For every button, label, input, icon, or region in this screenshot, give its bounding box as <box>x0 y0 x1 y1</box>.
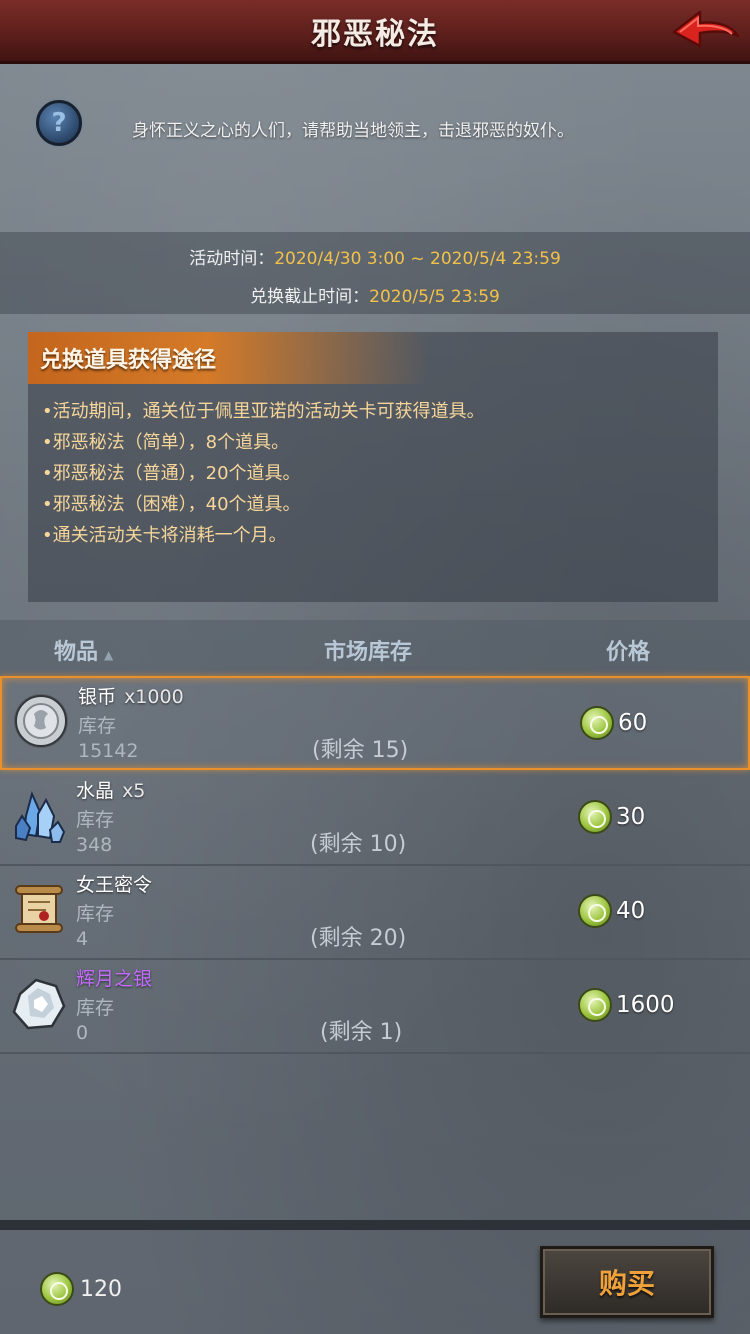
scroll-icon <box>15 885 63 933</box>
shop-row-moon-silver[interactable]: 辉月之银 库存 0 (剩余 1) 1600 <box>0 960 750 1054</box>
item-name: 女王密令 <box>76 870 152 897</box>
column-header-item[interactable]: 物品 ▲ <box>54 634 113 666</box>
info-title: 兑换道具获得途径 <box>40 348 217 373</box>
price-value: 60 <box>618 710 648 736</box>
back-arrow-icon <box>672 10 740 48</box>
event-time-line: 活动时间：2020/4/30 3:00 ~ 2020/5/4 23:59 <box>0 244 750 269</box>
price: 30 <box>578 800 645 834</box>
moon-silver-icon <box>12 978 66 1030</box>
event-time-label: 活动时间： <box>189 249 275 269</box>
item-qty: x1000 <box>124 686 184 708</box>
info-line: •邪恶秘法（困难），40个道具。 <box>42 494 301 515</box>
market-remaining: (剩余 20) <box>310 926 407 951</box>
price: 1600 <box>578 988 675 1022</box>
stock-value: 0 <box>76 1022 89 1044</box>
shop-row-queen-order[interactable]: 女王密令 库存 4 (剩余 20) 40 <box>0 866 750 960</box>
price-value: 40 <box>616 898 646 924</box>
event-coin-icon <box>40 1272 74 1306</box>
price-value: 1600 <box>616 992 675 1018</box>
balance-value: 120 <box>80 1276 122 1302</box>
currency-balance: 120 <box>40 1272 122 1306</box>
shop-row-crystal[interactable]: 水晶 x5 库存 348 (剩余 10) 30 <box>0 772 750 866</box>
silver-coin-icon <box>14 694 68 748</box>
market-remaining: (剩余 1) <box>320 1020 403 1045</box>
stock-value: 348 <box>76 834 113 856</box>
event-coin-icon <box>580 706 614 740</box>
info-header: 兑换道具获得途径 <box>28 332 428 384</box>
price: 60 <box>580 706 647 740</box>
info-line: •邪恶秘法（普通），20个道具。 <box>42 463 301 484</box>
column-header-stock[interactable]: 市场库存 <box>324 634 412 666</box>
item-name: 银币 x1000 <box>78 682 184 709</box>
event-coin-icon <box>578 894 612 928</box>
info-line: •通关活动关卡将消耗一个月。 <box>42 525 287 546</box>
item-qty: x5 <box>122 780 146 802</box>
price-value: 30 <box>616 804 646 830</box>
market-remaining: (剩余 10) <box>310 832 407 857</box>
acquisition-info-box: 兑换道具获得途径 •活动期间，通关位于佩里亚诺的活动关卡可获得道具。 •邪恶秘法… <box>28 332 718 602</box>
sort-arrow-icon: ▲ <box>104 648 114 662</box>
help-icon[interactable]: ? <box>36 100 82 146</box>
stock-value: 4 <box>76 928 89 950</box>
exchange-deadline-line: 兑换截止时间：2020/5/5 23:59 <box>0 282 750 307</box>
event-time-value: 2020/4/30 3:00 ~ 2020/5/4 23:59 <box>274 249 561 269</box>
info-line: •活动期间，通关位于佩里亚诺的活动关卡可获得道具。 <box>42 401 485 422</box>
buy-button[interactable]: 购买 <box>540 1246 714 1318</box>
description-text: 身怀正义之心的人们，请帮助当地领主，击退邪恶的奴仆。 <box>132 121 574 141</box>
stock-label: 库存 <box>76 809 115 831</box>
info-line: •邪恶秘法（简单），8个道具。 <box>42 432 290 453</box>
title-bar: 邪恶秘法 <box>0 0 750 64</box>
column-header-price[interactable]: 价格 <box>606 634 650 666</box>
page-title: 邪恶秘法 <box>311 16 439 52</box>
stock-label: 库存 <box>78 715 117 737</box>
stock-label: 库存 <box>76 997 115 1019</box>
footer-divider <box>0 1220 750 1230</box>
buy-button-label: 购买 <box>598 1267 655 1300</box>
item-name-text: 辉月之银 <box>76 968 153 990</box>
event-coin-icon <box>578 988 612 1022</box>
exchange-deadline-label: 兑换截止时间： <box>250 287 370 307</box>
stock-label: 库存 <box>76 903 115 925</box>
item-name-text: 女王密令 <box>76 874 153 896</box>
market-remaining: (剩余 15) <box>312 738 409 763</box>
item-name-text: 银币 <box>78 686 117 708</box>
crystal-icon <box>15 791 66 843</box>
event-coin-icon <box>578 800 612 834</box>
item-name: 辉月之银 <box>76 964 152 991</box>
time-info: 活动时间：2020/4/30 3:00 ~ 2020/5/4 23:59 兑换截… <box>0 232 750 314</box>
stock-value: 15142 <box>78 740 139 762</box>
item-name: 水晶 x5 <box>76 776 145 803</box>
info-list: •活动期间，通关位于佩里亚诺的活动关卡可获得道具。 •邪恶秘法（简单），8个道具… <box>42 396 708 551</box>
item-name-text: 水晶 <box>76 780 115 802</box>
description-section: ? 身怀正义之心的人们，请帮助当地领主，击退邪恶的奴仆。 <box>0 90 750 170</box>
table-header: 物品 ▲ 市场库存 价格 <box>0 620 750 676</box>
column-item-label: 物品 <box>54 640 99 665</box>
exchange-deadline-value: 2020/5/5 23:59 <box>369 287 500 307</box>
shop-row-silver-coin[interactable]: 银币 x1000 库存 15142 (剩余 15) 60 <box>0 676 750 770</box>
back-button[interactable] <box>670 6 742 58</box>
price: 40 <box>578 894 645 928</box>
